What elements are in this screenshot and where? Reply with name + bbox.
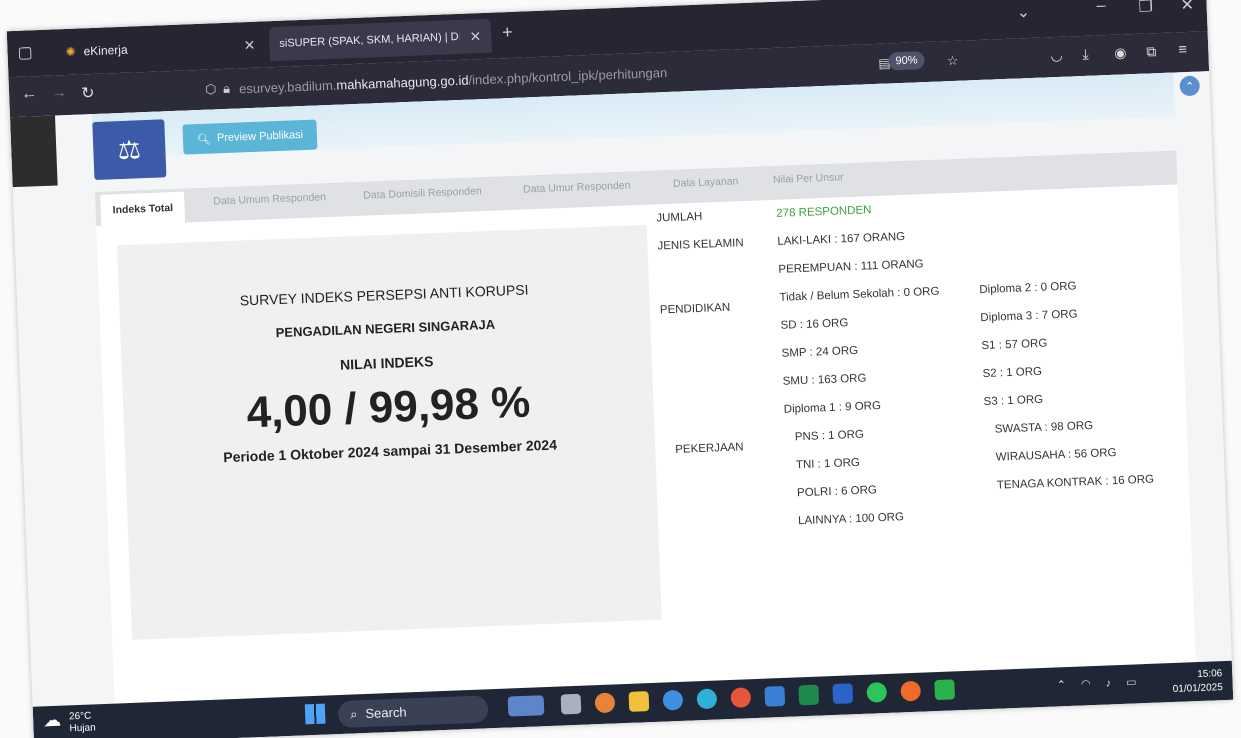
- ekinerja-favicon: ✺: [65, 44, 76, 60]
- preview-publikasi-button[interactable]: 🔍︎ Preview Publikasi: [182, 119, 318, 155]
- browser-tab-ekinerja[interactable]: ✺ eKinerja ✕: [55, 27, 266, 69]
- file-explorer-icon[interactable]: [628, 691, 650, 712]
- whatsapp-icon[interactable]: [934, 679, 956, 701]
- zoom-level[interactable]: 90%: [888, 51, 925, 71]
- tab-data-umur-responden[interactable]: Data Umur Responden: [523, 179, 631, 195]
- word-icon[interactable]: [832, 683, 854, 705]
- job-item: LAINNYA : 100 ORG: [797, 511, 905, 528]
- weather-widget[interactable]: ☁ 26°C Hujan: [43, 710, 96, 736]
- spotify-icon[interactable]: [866, 682, 888, 703]
- restore-icon[interactable]: ❐: [1138, 0, 1153, 17]
- job-item: WIRAUSAHA : 56 ORG: [995, 447, 1117, 464]
- gender-label: JENIS KELAMIN: [657, 237, 744, 253]
- shield-icon: ⬡: [204, 81, 217, 97]
- app-icon[interactable]: [594, 692, 616, 714]
- minimize-icon[interactable]: –: [1096, 0, 1106, 15]
- tab-data-domisili-responden[interactable]: Data Domisili Responden: [363, 185, 482, 202]
- index-value: 4,00 / 99,98 %: [245, 377, 532, 438]
- chrome-icon[interactable]: [730, 687, 752, 708]
- gavel-logo-icon: ⚖: [92, 119, 167, 181]
- clock-date: 01/01/2025: [1172, 682, 1224, 696]
- pocket-icon[interactable]: ◡: [1050, 47, 1063, 64]
- preview-button-label: Preview Publikasi: [216, 129, 304, 145]
- jumlah-label: JUMLAH: [656, 210, 703, 225]
- scroll-up-icon[interactable]: ⌃: [1179, 75, 1201, 97]
- search-icon: ⌕: [349, 705, 358, 722]
- url-path: /index.php/kontrol_ipk/perhitungan: [468, 64, 668, 88]
- store-icon[interactable]: [764, 685, 786, 707]
- close-icon[interactable]: ✕: [469, 28, 481, 45]
- browser-tab-sisuper[interactable]: siSUPER (SPAK, SKM, HARIAN) | Dir ✕: [268, 18, 492, 62]
- jumlah-value: 278 RESPONDEN: [776, 204, 872, 220]
- close-icon[interactable]: ✕: [243, 36, 255, 53]
- job-item: TENAGA KONTRAK : 16 ORG: [996, 473, 1155, 492]
- weather-cloud-icon: ☁: [42, 709, 62, 731]
- windows-start-icon[interactable]: [304, 703, 326, 725]
- edu-item: SMU : 163 ORG: [782, 372, 867, 388]
- edu-item: SD : 16 ORG: [780, 317, 849, 332]
- new-tab-icon[interactable]: +: [502, 22, 513, 43]
- edu-item: SMP : 24 ORG: [781, 344, 859, 360]
- tab-data-layanan[interactable]: Data Layanan: [673, 175, 739, 190]
- url-host: mahkamahagung.go.id: [336, 72, 469, 93]
- job-item: SWASTA : 98 ORG: [994, 419, 1094, 436]
- survey-title: SURVEY INDEKS PERSEPSI ANTI KORUPSI: [239, 281, 529, 309]
- court-name: PENGADILAN NEGERI SINGARAJA: [275, 316, 496, 341]
- app-icon[interactable]: [662, 689, 684, 711]
- excel-icon[interactable]: [798, 684, 820, 706]
- job-item: TNI : 1 ORG: [795, 456, 861, 472]
- left-sidebar: [10, 115, 58, 188]
- edu-item: S3 : 1 ORG: [983, 393, 1044, 409]
- monitor-screen: ▢ ✺ eKinerja ✕ siSUPER (SPAK, SKM, HARIA…: [6, 0, 1234, 738]
- taskbar-search[interactable]: ⌕ Search: [337, 695, 489, 729]
- index-panel: SURVEY INDEKS PERSEPSI ANTI KORUPSI PENG…: [117, 224, 662, 640]
- back-icon[interactable]: ←: [21, 85, 38, 104]
- system-tray[interactable]: ⌃ ◠ ♪ ▭: [1056, 675, 1142, 691]
- url-prefix: esurvey.badilum.: [238, 77, 337, 96]
- education-label: PENDIDIKAN: [659, 301, 731, 317]
- tab-title: eKinerja: [83, 42, 128, 59]
- photo-stage: ▢ ✺ eKinerja ✕ siSUPER (SPAK, SKM, HARIA…: [0, 0, 1241, 738]
- male-count: LAKI-LAKI : 167 ORANG: [777, 230, 906, 248]
- extensions-icon[interactable]: ⧉: [1146, 43, 1157, 60]
- edu-item: S2 : 1 ORG: [982, 365, 1043, 381]
- tab-content: SURVEY INDEKS PERSEPSI ANTI KORUPSI PENG…: [96, 184, 1196, 704]
- tab-data-umum-responden[interactable]: Data Umum Responden: [213, 191, 326, 207]
- reload-icon[interactable]: ↻: [81, 83, 95, 103]
- task-view-icon[interactable]: [560, 693, 582, 715]
- tab-title: siSUPER (SPAK, SKM, HARIAN) | Dir: [279, 30, 460, 50]
- widgets-icon[interactable]: [507, 695, 545, 717]
- job-item: POLRI : 6 ORG: [796, 484, 878, 500]
- close-window-icon[interactable]: ✕: [1180, 0, 1194, 15]
- edu-item: Diploma 3 : 7 ORG: [980, 308, 1078, 325]
- chevron-down-icon[interactable]: ⌄: [1016, 2, 1030, 22]
- edge-icon[interactable]: [696, 688, 718, 710]
- web-page: ⚖ 🔍︎ Preview Publikasi ⌃ Indeks Total Da…: [10, 71, 1232, 707]
- tab-overview-icon[interactable]: ▢: [17, 42, 33, 63]
- search-label: Search: [365, 704, 407, 722]
- bookmark-star-icon[interactable]: ☆: [947, 53, 959, 69]
- forward-icon[interactable]: →: [51, 84, 68, 103]
- search-icon: 🔍︎: [196, 133, 212, 146]
- taskbar-clock[interactable]: 15:06 01/01/2025: [1172, 667, 1223, 697]
- tab-nilai-per-unsur[interactable]: Nilai Per Unsur: [773, 171, 844, 186]
- edu-item: Diploma 1 : 9 ORG: [783, 400, 882, 416]
- female-count: PEREMPUAN : 111 ORANG: [778, 258, 924, 276]
- tab-indeks-total[interactable]: Indeks Total: [99, 190, 187, 227]
- menu-icon[interactable]: ≡: [1178, 41, 1187, 58]
- download-icon[interactable]: ⤓: [1082, 46, 1089, 63]
- firefox-icon[interactable]: [900, 680, 922, 702]
- job-label: PEKERJAAN: [675, 441, 744, 456]
- edu-item: Tidak / Belum Sekolah : 0 ORG: [779, 285, 940, 304]
- lock-icon: 🔒︎: [222, 80, 231, 97]
- job-item: PNS : 1 ORG: [794, 428, 865, 444]
- edu-item: Diploma 2 : 0 ORG: [979, 280, 1077, 297]
- account-icon[interactable]: ◉: [1114, 44, 1127, 61]
- edu-item: S1 : 57 ORG: [981, 337, 1048, 353]
